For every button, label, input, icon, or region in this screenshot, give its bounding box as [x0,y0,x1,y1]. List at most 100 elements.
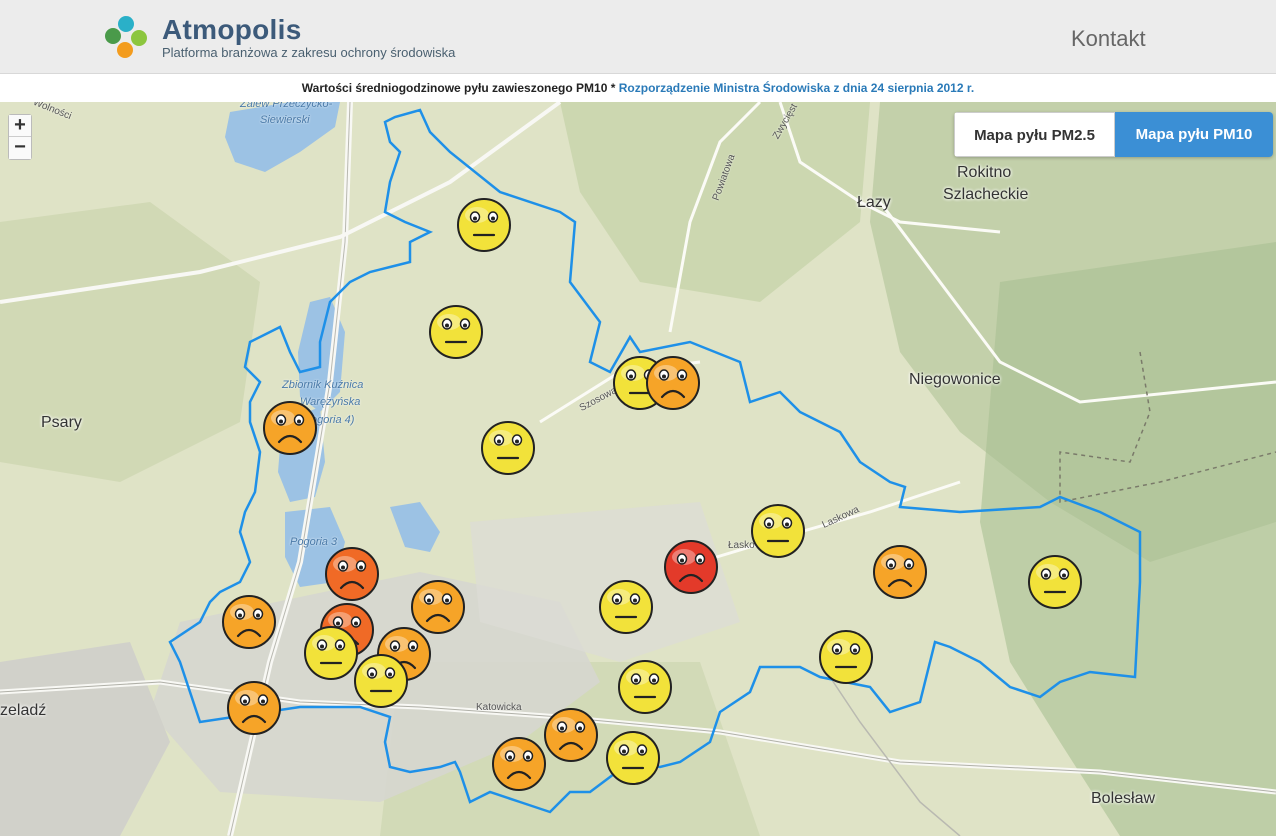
marker-pupil [491,216,495,221]
marker-pupil [411,645,415,650]
marker-pupil [526,755,530,760]
marker-pupil [261,699,265,704]
air-quality-marker-sad[interactable] [227,681,281,735]
marker-face [492,737,546,791]
marker-pupil [633,598,637,603]
marker-face [411,580,465,634]
pollution-map[interactable]: Rokitno Szlacheckie Łazy Psary Niegowoni… [0,102,1276,836]
marker-face [819,630,873,684]
marker-pupil [338,644,342,649]
marker-pupil [785,522,789,527]
marker-pupil [634,678,638,683]
marker-pupil [622,749,626,754]
zoom-control: + − [8,114,32,160]
nav-contact-link[interactable]: Kontakt [1071,26,1146,52]
site-header: Atmopolis Platforma branżowa z zakresu o… [0,0,1276,74]
marker-face [222,595,276,649]
air-quality-marker-bad[interactable] [325,547,379,601]
marker-face [599,580,653,634]
marker-pupil [297,419,301,424]
marker-pupil [652,678,656,683]
marker-pupil [508,755,512,760]
brand-subtitle: Platforma branżowa z zakresu ochrony śro… [162,45,456,60]
regulation-link[interactable]: Rozporządzenie Ministra Środowiska z dni… [619,81,974,95]
marker-face [873,545,927,599]
marker-pupil [615,598,619,603]
brand-title[interactable]: Atmopolis [162,14,302,46]
info-bar: Wartości średniogodzinowe pyłu zawieszon… [0,75,1276,102]
air-quality-marker-neutral[interactable] [606,731,660,785]
marker-pupil [445,323,449,328]
marker-face [263,401,317,455]
marker-pupil [907,563,911,568]
pm25-map-button[interactable]: Mapa pyłu PM2.5 [954,112,1115,157]
marker-face [325,547,379,601]
marker-pupil [767,522,771,527]
marker-pupil [853,648,857,653]
marker-pupil [341,565,345,570]
atmopolis-logo-icon[interactable] [104,14,152,60]
air-quality-marker-neutral[interactable] [751,504,805,558]
marker-pupil [279,419,283,424]
marker-pupil [238,613,242,618]
marker-pupil [393,645,397,650]
air-quality-marker-neutral[interactable] [304,626,358,680]
marker-pupil [320,644,324,649]
marker-face [457,198,511,252]
marker-pupil [1044,573,1048,578]
marker-pupil [515,439,519,444]
marker-pupil [662,374,666,379]
markers-layer [222,198,1082,791]
air-quality-marker-neutral[interactable] [618,660,672,714]
marker-face [606,731,660,785]
air-quality-marker-neutral[interactable] [481,421,535,475]
marker-pupil [370,672,374,677]
air-quality-marker-sad[interactable] [544,708,598,762]
air-quality-marker-neutral[interactable] [354,654,408,708]
air-quality-marker-neutral[interactable] [819,630,873,684]
air-quality-marker-sad[interactable] [411,580,465,634]
air-quality-marker-neutral[interactable] [1028,555,1082,609]
marker-face [354,654,408,708]
marker-pupil [835,648,839,653]
marker-pupil [243,699,247,704]
marker-pupil [640,749,644,754]
info-text: Wartości średniogodzinowe pyłu zawieszon… [301,81,616,95]
marker-pupil [427,598,431,603]
air-quality-marker-neutral[interactable] [429,305,483,359]
marker-pupil [560,726,564,731]
marker-pupil [463,323,467,328]
marker-face [481,421,535,475]
marker-face [1028,555,1082,609]
air-quality-marker-sad[interactable] [646,356,700,410]
pm10-map-button[interactable]: Mapa pyłu PM10 [1115,112,1273,157]
marker-pupil [889,563,893,568]
marker-face [544,708,598,762]
marker-pupil [497,439,501,444]
zoom-out-button[interactable]: − [9,137,31,159]
marker-pupil [359,565,363,570]
marker-face [429,305,483,359]
marker-pupil [388,672,392,677]
air-quality-marker-sad[interactable] [873,545,927,599]
marker-face [618,660,672,714]
marker-pupil [354,621,358,626]
marker-pupil [680,558,684,563]
layer-toggle: Mapa pyłu PM2.5 Mapa pyłu PM10 [954,112,1273,157]
zoom-in-button[interactable]: + [9,115,31,137]
air-quality-marker-neutral[interactable] [457,198,511,252]
marker-pupil [680,374,684,379]
marker-pupil [629,374,633,379]
marker-pupil [1062,573,1066,578]
air-quality-marker-sad[interactable] [263,401,317,455]
marker-face [751,504,805,558]
air-quality-marker-very_bad[interactable] [664,540,718,594]
marker-pupil [256,613,260,618]
air-quality-marker-neutral[interactable] [599,580,653,634]
air-quality-marker-sad[interactable] [222,595,276,649]
marker-pupil [578,726,582,731]
air-quality-marker-sad[interactable] [492,737,546,791]
marker-face [227,681,281,735]
marker-face [646,356,700,410]
marker-pupil [698,558,702,563]
